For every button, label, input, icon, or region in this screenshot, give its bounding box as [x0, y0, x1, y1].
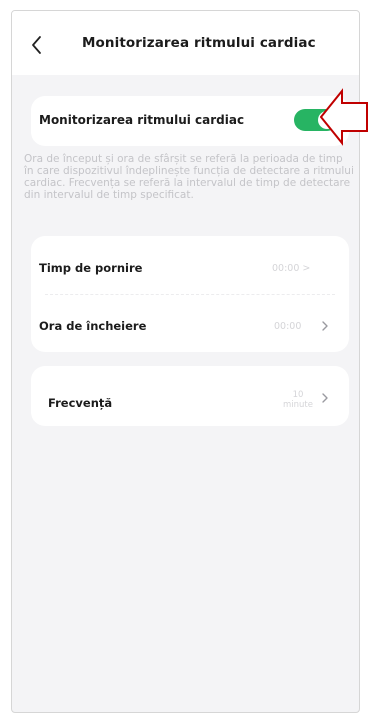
page-title: Monitorizarea ritmului cardiac — [82, 35, 316, 51]
frequency-value: 10 minute — [275, 390, 321, 410]
end-time-value: 00:00 — [274, 321, 302, 332]
chevron-right-icon[interactable] — [321, 393, 329, 403]
red-arrow-icon — [320, 88, 368, 146]
chevron-right-icon[interactable] — [321, 321, 329, 331]
end-time-label: Ora de încheiere — [39, 319, 147, 333]
end-time-row[interactable]: Ora de încheiere 00:00 — [31, 294, 349, 350]
frequency-unit: minute — [283, 400, 313, 410]
frequency-label: Frecvență — [48, 396, 113, 410]
frequency-card[interactable]: Frecvență 10 minute — [31, 366, 349, 426]
start-time-value: 00:00 > — [272, 263, 311, 274]
phone-screen: Monitorizarea ritmului cardiac Monitoriz… — [11, 10, 360, 713]
toggle-label: Monitorizarea ritmului cardiac — [39, 113, 245, 127]
chevron-left-icon — [32, 36, 41, 54]
description-text: Ora de început și ora de sfârșit se refe… — [24, 153, 354, 201]
frequency-number: 10 — [292, 390, 304, 400]
top-bar: Monitorizarea ritmului cardiac — [12, 11, 359, 75]
time-settings-card: Timp de pornire 00:00 > Ora de încheiere… — [31, 236, 349, 352]
heart-rate-toggle-card: Monitorizarea ritmului cardiac — [31, 96, 349, 146]
start-time-label: Timp de pornire — [39, 261, 143, 275]
start-time-row[interactable]: Timp de pornire 00:00 > — [31, 236, 349, 292]
back-button[interactable] — [28, 33, 48, 57]
